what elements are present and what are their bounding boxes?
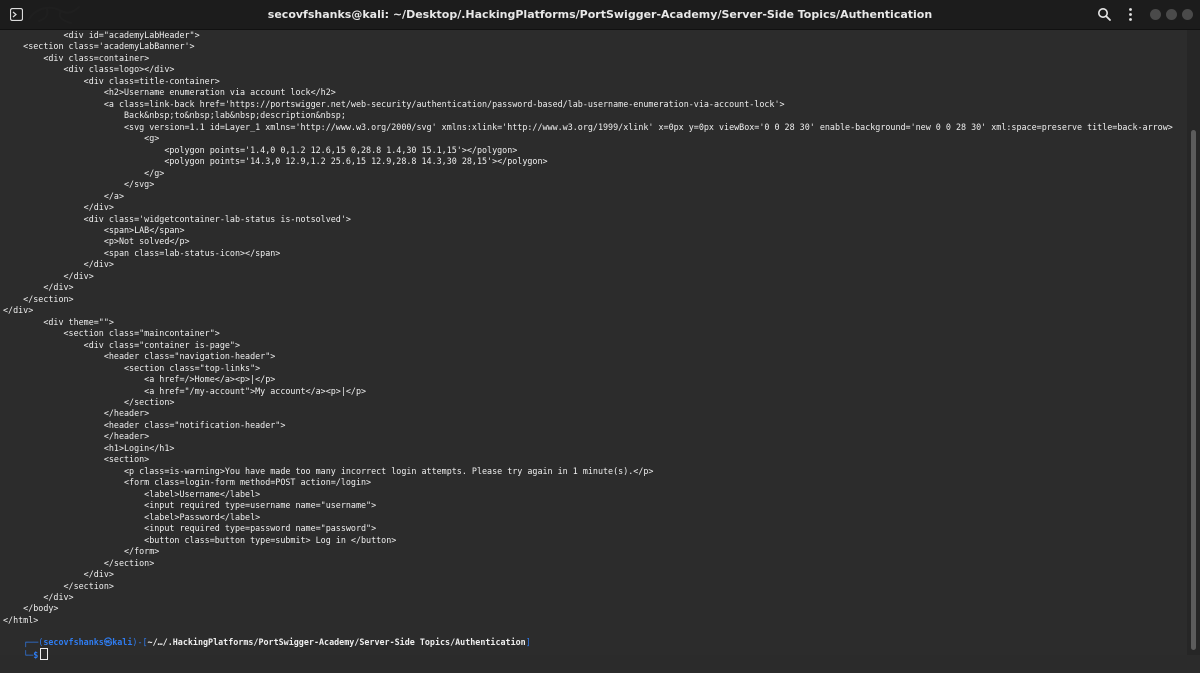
terminal-scrollbar[interactable] xyxy=(1187,30,1200,655)
prompt-corner-bottom: └─ xyxy=(23,650,34,660)
terminal-lines: <div id="academyLabHeader"> <section cla… xyxy=(3,30,1173,626)
terminal-line: <polygon points='1.4,0 0,1.2 12.6,15 0,2… xyxy=(3,144,518,155)
terminal-line: <p>Not solved</p> xyxy=(3,236,190,247)
terminal-line: <header class="notification-header"> xyxy=(3,419,286,430)
text-cursor[interactable] xyxy=(40,648,49,660)
terminal-line: <section class="maincontainer"> xyxy=(3,328,220,339)
terminal-line: <polygon points='14.3,0 12.9,1.2 25.6,15… xyxy=(3,156,548,167)
terminal-line: <div class='widgetcontainer-lab-status i… xyxy=(3,213,351,224)
terminal-line: <div class=container> xyxy=(3,52,150,63)
terminal-line: </section> xyxy=(3,293,74,304)
terminal-line: <h2>Username enumeration via account loc… xyxy=(3,87,336,98)
prompt-dollar: $ xyxy=(33,650,39,660)
terminal-line: <header class="navigation-header"> xyxy=(3,351,276,362)
terminal-line: <h1>Login</h1> xyxy=(3,442,175,453)
kebab-menu-icon[interactable] xyxy=(1122,6,1139,23)
prompt-path: ~/…/.HackingPlatforms/PortSwigger-Academ… xyxy=(147,636,526,647)
terminal-line: </section> xyxy=(3,580,114,591)
window-title: secovfshanks@kali: ~/Desktop/.HackingPla… xyxy=(267,8,933,21)
terminal-line: </div> xyxy=(3,270,94,281)
terminal-line: </section> xyxy=(3,557,155,568)
terminal-line: <div id="academyLabHeader"> xyxy=(3,30,200,40)
terminal-line: </header> xyxy=(3,431,150,442)
terminal-line: <div class=title-container> xyxy=(3,75,220,86)
terminal-line: </div> xyxy=(3,591,74,602)
terminal-line: <div class=logo></div> xyxy=(3,64,175,75)
terminal-line: </div> xyxy=(3,569,114,580)
close-button[interactable] xyxy=(1182,9,1193,20)
terminal-line: </section> xyxy=(3,397,175,407)
terminal-line: <label>Username</label> xyxy=(3,488,261,499)
terminal-line: </a> xyxy=(3,190,125,201)
scrollbar-thumb[interactable] xyxy=(1191,130,1196,650)
prompt-close-bracket: ] xyxy=(525,636,531,647)
terminal-line: <section class='academyLabBanner'> xyxy=(3,41,195,52)
terminal-line: <span class=lab-status-icon></span> xyxy=(3,247,281,258)
prompt-user-host: secovfshanks㉿kali xyxy=(43,636,133,647)
maximize-button[interactable] xyxy=(1166,9,1177,20)
shell-prompt[interactable]: ┌──(secovfshanks㉿kali)-[~/…/.HackingPlat… xyxy=(3,625,531,660)
terminal-line: </div> xyxy=(3,202,114,213)
terminal-line: <form class=login-form method=POST actio… xyxy=(3,477,372,488)
terminal-line: <label>Password</label> xyxy=(3,511,261,522)
terminal-line: <g> xyxy=(3,133,160,144)
terminal-line: </div> xyxy=(3,282,74,293)
terminal-line: <input required type=password name="pass… xyxy=(3,523,377,534)
terminal-line: <a href="/my-account">My account</a><p>|… xyxy=(3,385,367,396)
minimize-button[interactable] xyxy=(1150,9,1161,20)
terminal-line: <button class=button type=submit> Log in… xyxy=(3,534,397,545)
terminal-line: <section class="top-links"> xyxy=(3,362,261,373)
terminal-line: <section> xyxy=(3,454,150,465)
search-icon[interactable] xyxy=(1096,6,1113,23)
prompt-separator: )-[ xyxy=(132,636,148,647)
terminal-line: </svg> xyxy=(3,179,155,190)
terminal-line: <input required type=username name="user… xyxy=(3,500,377,511)
terminal-line: </form> xyxy=(3,546,160,557)
prompt-corner-top: ┌──( xyxy=(23,636,44,647)
terminal-line: </g> xyxy=(3,167,165,178)
terminal-line: <a href=/>Home</a><p>|</p> xyxy=(3,374,276,385)
terminal-line: </div> xyxy=(3,259,114,270)
terminal-line: <a class=link-back href='https://portswi… xyxy=(3,98,785,109)
terminal-line: </body> xyxy=(3,603,59,614)
window-titlebar: secovfshanks@kali: ~/Desktop/.HackingPla… xyxy=(0,0,1200,30)
terminal-line: <span>LAB</span> xyxy=(3,224,185,235)
terminal-line: <div class="container is-page"> xyxy=(3,339,240,350)
terminal-line: </header> xyxy=(3,408,150,419)
terminal-line: Back&nbsp;to&nbsp;lab&nbsp;description&n… xyxy=(3,110,346,121)
terminal-line: <svg version=1.1 id=Layer_1 xmlns='http:… xyxy=(3,121,1173,132)
terminal-line: <div theme=""> xyxy=(3,316,114,327)
terminal-line: </div> xyxy=(3,305,34,316)
terminal-output[interactable]: <div id="academyLabHeader"> <section cla… xyxy=(0,30,1187,655)
terminal-line: <p class=is-warning>You have made too ma… xyxy=(3,465,654,476)
